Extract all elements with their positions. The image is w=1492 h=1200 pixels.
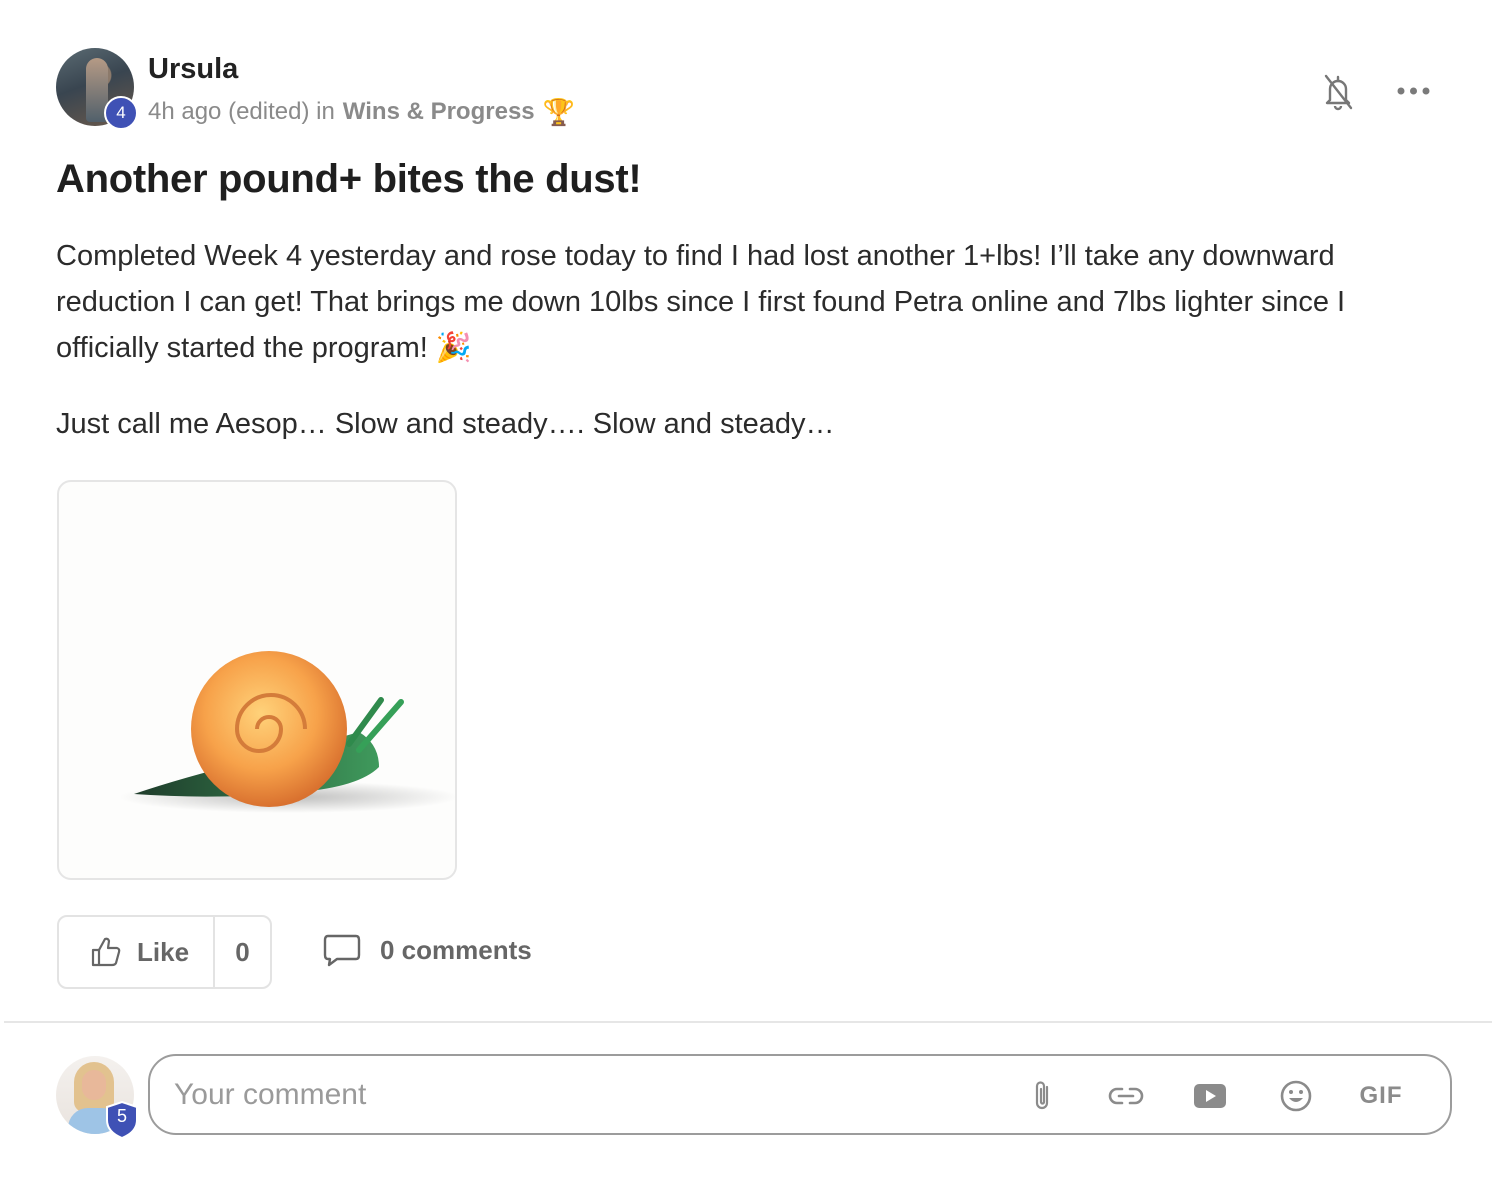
video-icon[interactable] bbox=[1190, 1076, 1230, 1116]
post-image-snail[interactable] bbox=[57, 480, 457, 880]
author-avatar[interactable]: 4 bbox=[56, 48, 138, 130]
snail-illustration bbox=[119, 651, 455, 813]
thumbs-up-icon bbox=[91, 937, 121, 967]
divider bbox=[4, 1021, 1492, 1023]
post-title: Another pound+ bites the dust! bbox=[56, 157, 642, 201]
author-level-badge: 4 bbox=[104, 96, 138, 130]
comment-icon bbox=[323, 934, 361, 967]
like-label: Like bbox=[137, 936, 190, 967]
avatar-face bbox=[82, 1070, 106, 1100]
like-control: Like 0 bbox=[57, 915, 272, 989]
link-icon[interactable] bbox=[1106, 1076, 1146, 1116]
post-time: 4h ago (edited) in bbox=[148, 98, 335, 125]
post-meta: 4h ago (edited) in Wins & Progress 🏆 bbox=[148, 98, 575, 126]
like-button[interactable]: Like bbox=[59, 917, 215, 987]
comment-composer: GIF bbox=[148, 1054, 1452, 1135]
comments-label: 0 comments bbox=[380, 934, 532, 965]
paperclip-icon[interactable] bbox=[1023, 1076, 1063, 1116]
emoji-icon[interactable] bbox=[1276, 1076, 1316, 1116]
category-emoji: 🏆 bbox=[542, 97, 576, 127]
more-icon[interactable] bbox=[1394, 78, 1434, 106]
post-paragraph: Completed Week 4 yesterday and rose toda… bbox=[56, 240, 1346, 364]
gif-button[interactable]: GIF bbox=[1356, 1076, 1406, 1116]
comments-button[interactable]: 0 comments bbox=[322, 932, 532, 968]
comment-input[interactable] bbox=[174, 1069, 994, 1120]
category-link[interactable]: Wins & Progress bbox=[343, 98, 535, 126]
post-paragraph: Just call me Aesop… Slow and steady…. Sl… bbox=[56, 408, 835, 440]
post-card: 4 Ursula 4h ago (edited) in Wins & Progr… bbox=[0, 0, 1492, 1200]
bell-off-icon[interactable] bbox=[1318, 70, 1358, 112]
author-name[interactable]: Ursula bbox=[148, 53, 238, 86]
user-level-badge: 5 bbox=[104, 1100, 140, 1140]
like-count[interactable]: 0 bbox=[215, 917, 270, 987]
user-level: 5 bbox=[116, 1106, 127, 1126]
current-user-avatar: 5 bbox=[56, 1056, 138, 1140]
